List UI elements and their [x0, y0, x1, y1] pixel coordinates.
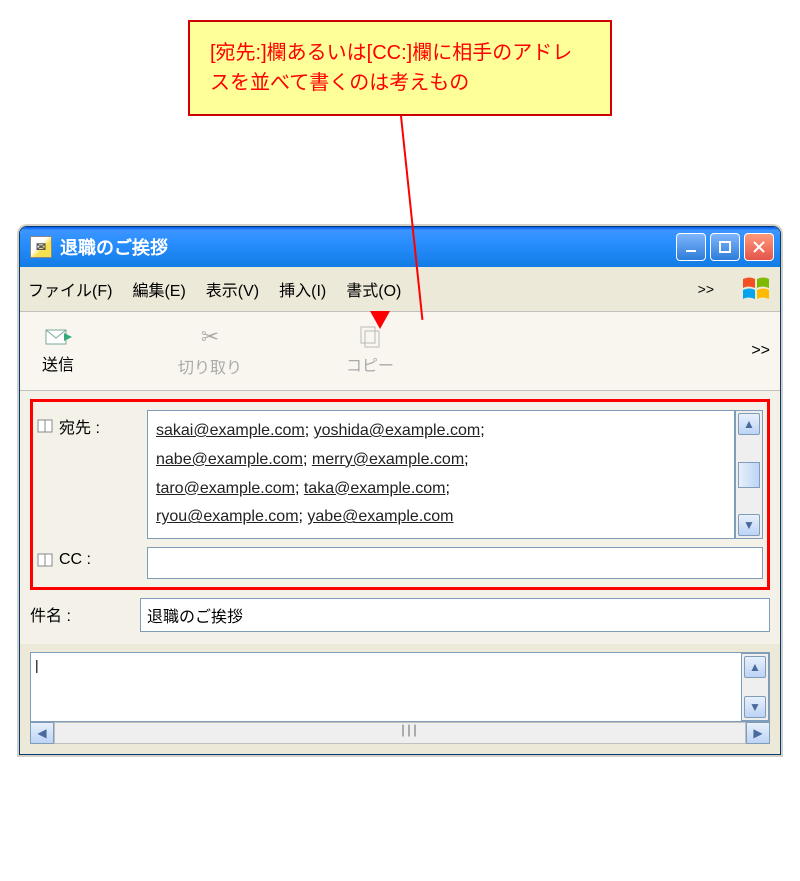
annotation-callout: [宛先:]欄あるいは[CC:]欄に相手のアドレスを並べて書くのは考えもの — [188, 20, 612, 116]
app-icon: ✉ — [30, 236, 52, 258]
send-label: 送信 — [42, 351, 74, 375]
scroll-up-button[interactable]: ▲ — [744, 656, 766, 678]
message-body[interactable]: | ▲ ▼ — [30, 652, 770, 722]
windows-logo-icon — [740, 273, 772, 305]
recipient-address[interactable]: merry@example.com — [312, 451, 464, 468]
to-field[interactable]: sakai@example.com; yoshida@example.com;n… — [147, 410, 735, 539]
maximize-button[interactable] — [710, 233, 740, 261]
callout-arrow — [10, 116, 800, 226]
toolbar: 送信 ✂ 切り取り コピー >> — [20, 312, 780, 391]
recipient-address[interactable]: ryou@example.com — [156, 508, 299, 525]
copy-label: コピー — [346, 352, 394, 376]
cc-field[interactable] — [147, 547, 763, 579]
menu-format[interactable]: 書式(O) — [346, 277, 401, 301]
toolbar-more[interactable]: >> — [751, 342, 770, 360]
menu-more[interactable]: >> — [698, 281, 714, 297]
body-text[interactable]: | — [31, 653, 741, 721]
scroll-thumb[interactable] — [738, 462, 760, 488]
address-book-icon — [37, 419, 53, 433]
recipient-address[interactable]: taka@example.com — [304, 480, 446, 497]
cut-label: 切り取り — [178, 354, 242, 378]
body-vscrollbar[interactable]: ▲ ▼ — [741, 653, 769, 721]
cut-icon: ✂ — [201, 324, 219, 350]
titlebar: ✉ 退職のご挨拶 — [20, 227, 780, 267]
scroll-right-button[interactable]: ▶ — [746, 722, 770, 744]
recipient-address[interactable]: sakai@example.com — [156, 422, 305, 439]
scroll-down-button[interactable]: ▼ — [744, 696, 766, 718]
subject-field[interactable]: 退職のご挨拶 — [140, 598, 770, 632]
menu-file[interactable]: ファイル(F) — [28, 277, 112, 301]
recipient-address[interactable]: yabe@example.com — [307, 508, 453, 525]
recipient-address[interactable]: yoshida@example.com — [314, 422, 481, 439]
close-button[interactable] — [744, 233, 774, 261]
callout-text: [宛先:]欄あるいは[CC:]欄に相手のアドレスを並べて書くのは考えもの — [210, 42, 572, 94]
address-book-icon — [37, 553, 53, 567]
highlighted-region: 宛先 : sakai@example.com; yoshida@example.… — [30, 399, 770, 590]
scroll-left-button[interactable]: ◀ — [30, 722, 54, 744]
to-label-button[interactable]: 宛先 : — [37, 410, 147, 438]
to-scrollbar[interactable]: ▲ ▼ — [735, 410, 763, 539]
recipient-address[interactable]: taro@example.com — [156, 480, 295, 497]
send-icon — [44, 327, 72, 347]
cut-button: ✂ 切り取り — [166, 320, 254, 382]
menu-insert[interactable]: 挿入(I) — [279, 277, 326, 301]
compose-window: ✉ 退職のご挨拶 ファイル(F) 編集(E) 表示(V) 挿入(I) 書式(O)… — [19, 226, 781, 755]
scroll-up-button[interactable]: ▲ — [738, 413, 760, 435]
scroll-down-button[interactable]: ▼ — [738, 514, 760, 536]
copy-icon — [358, 326, 382, 348]
menu-edit[interactable]: 編集(E) — [132, 277, 185, 301]
window-title: 退職のご挨拶 — [60, 234, 168, 260]
menubar: ファイル(F) 編集(E) 表示(V) 挿入(I) 書式(O) >> — [20, 267, 780, 312]
recipient-address[interactable]: nabe@example.com — [156, 451, 303, 468]
body-hscrollbar[interactable]: ◀ ┃┃┃ ▶ — [30, 722, 770, 744]
send-button[interactable]: 送信 — [30, 323, 86, 379]
menu-view[interactable]: 表示(V) — [206, 277, 259, 301]
minimize-button[interactable] — [676, 233, 706, 261]
copy-button: コピー — [334, 322, 406, 380]
subject-label: 件名 : — [30, 598, 140, 626]
cc-label-button[interactable]: CC : — [37, 547, 147, 569]
